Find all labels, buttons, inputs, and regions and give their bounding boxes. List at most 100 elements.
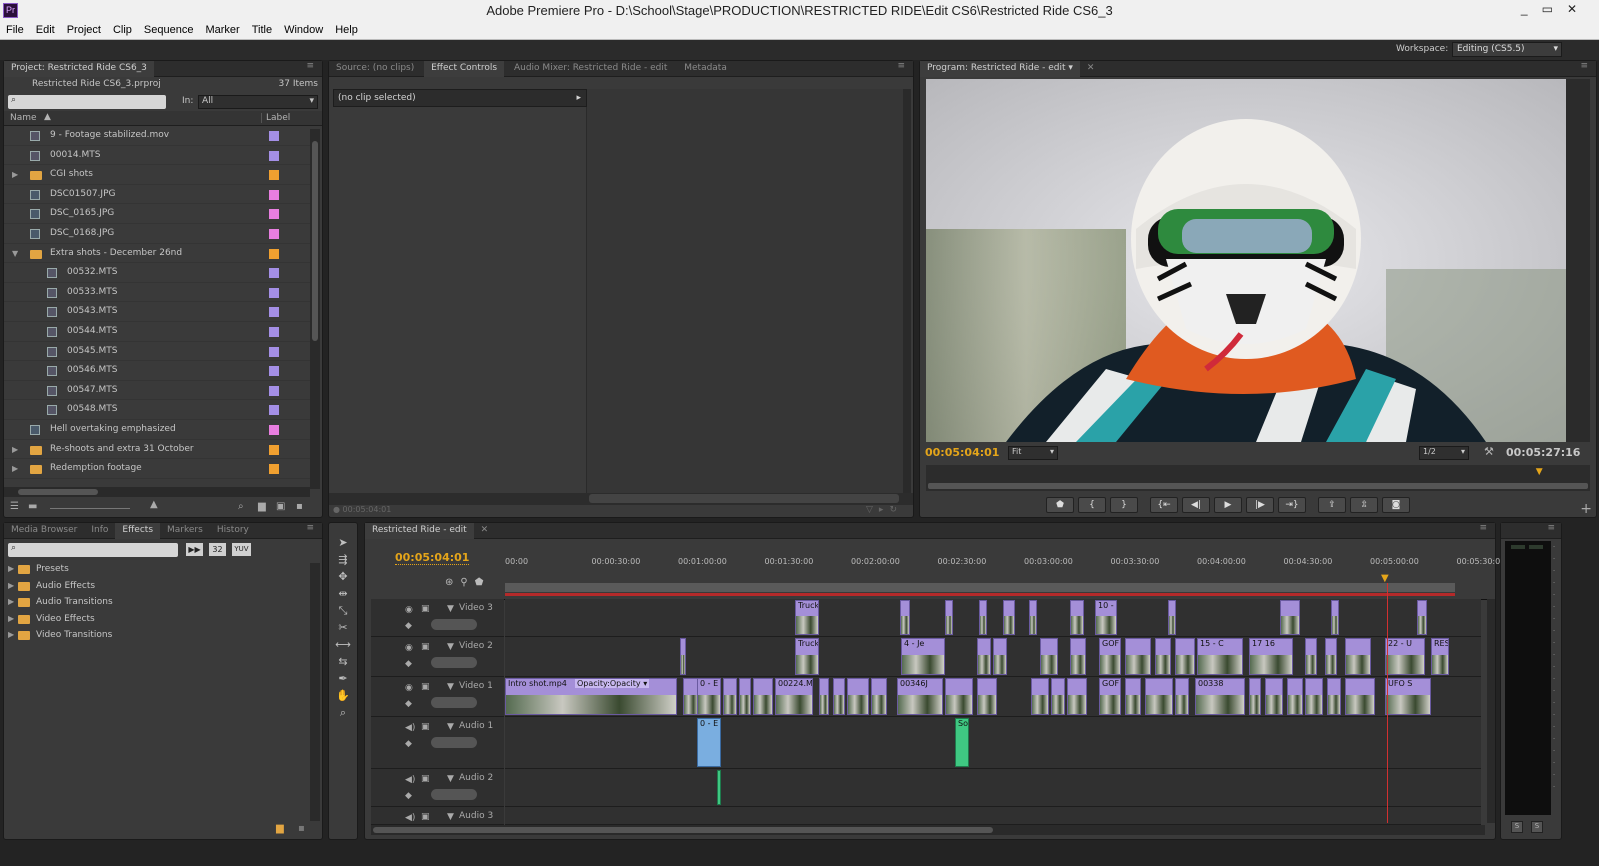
label-color-swatch[interactable] <box>269 287 279 298</box>
accelerated-effects-icon[interactable]: ▶▶ <box>186 543 203 556</box>
video-clip[interactable] <box>1345 638 1371 675</box>
speaker-icon[interactable]: ◀) <box>405 775 415 785</box>
video-clip[interactable] <box>1305 678 1323 715</box>
collapse-arrow-icon[interactable]: ▼ <box>447 682 454 692</box>
video-clip[interactable] <box>1070 638 1086 675</box>
expand-arrow-icon[interactable]: ▶ <box>8 627 14 644</box>
audio-clip[interactable]: So <box>955 718 969 767</box>
sync-lock-icon[interactable]: ▣ <box>421 812 430 822</box>
add-marker-button[interactable]: ⬟ <box>1046 497 1074 513</box>
menu-sequence[interactable]: Sequence <box>138 22 200 36</box>
project-item[interactable]: Hell overtaking emphasized <box>4 420 310 440</box>
effects-category[interactable]: ▶ Audio Transitions <box>4 594 322 611</box>
track-header[interactable]: ◉ ▣ ▼ Video 1 ◆ <box>371 677 504 717</box>
opacity-keyframe-dropdown[interactable]: Opacity:Opacity ▾ <box>575 679 650 688</box>
work-area-bar[interactable] <box>505 583 1455 592</box>
video-clip[interactable] <box>1155 638 1171 675</box>
in-select[interactable]: All ▾ <box>198 95 318 109</box>
mark-out-button[interactable]: } <box>1110 497 1138 513</box>
expand-arrow-icon[interactable]: ▸ <box>576 93 581 103</box>
zoom-tool-icon[interactable]: ⌕ <box>335 706 351 720</box>
panel-menu-icon[interactable]: ≡ <box>1580 61 1588 71</box>
project-item[interactable]: ▶ CGI shots <box>4 165 310 185</box>
32bit-effects-icon[interactable]: 32 <box>209 543 226 556</box>
timeline-playhead[interactable] <box>1387 583 1388 823</box>
track-header[interactable]: ◀) ▣ ▼ Audio 3 <box>371 807 504 825</box>
track-header[interactable]: ◀) ▣ ▼ Audio 1 ◆ <box>371 717 504 769</box>
video-clip[interactable] <box>1327 678 1341 715</box>
expand-arrow-icon[interactable]: ▶ <box>8 611 14 628</box>
expand-arrow-icon[interactable]: ▶ <box>12 440 18 460</box>
effects-category[interactable]: ▶ Presets <box>4 561 322 578</box>
video-clip[interactable] <box>1265 678 1283 715</box>
sync-lock-icon[interactable]: ▣ <box>421 642 430 652</box>
video-clip[interactable] <box>945 600 953 635</box>
pen-tool-icon[interactable]: ✒ <box>335 672 351 686</box>
tab-program[interactable]: Program: Restricted Ride - edit ▾ <box>920 61 1080 77</box>
tab-sequence[interactable]: Restricted Ride - edit <box>365 523 474 539</box>
panel-menu-icon[interactable]: ≡ <box>306 61 314 71</box>
video-clip[interactable] <box>833 678 845 715</box>
expand-arrow-icon[interactable]: ▶ <box>12 165 18 185</box>
expand-arrow-icon[interactable]: ▶ <box>8 578 14 595</box>
menu-marker[interactable]: Marker <box>199 22 245 36</box>
collapse-arrow-icon[interactable]: ▼ <box>447 722 454 732</box>
video-clip[interactable] <box>1280 600 1300 635</box>
tab-history[interactable]: History <box>210 523 256 539</box>
hand-tool-icon[interactable]: ✋ <box>335 689 351 703</box>
tab-project[interactable]: Project: Restricted Ride CS6_3 <box>4 61 154 77</box>
video-clip[interactable] <box>723 678 737 715</box>
track-header[interactable]: ◉ ▣ ▼ Video 2 ◆ <box>371 637 504 677</box>
expand-arrow-icon[interactable]: ▶ <box>8 561 14 578</box>
project-item[interactable]: DSC_0168.JPG <box>4 224 310 244</box>
video-clip[interactable]: GOF <box>1099 678 1121 715</box>
find-icon[interactable]: ⌕ <box>238 501 244 512</box>
column-name-header[interactable]: Name <box>10 113 37 123</box>
yuv-effects-icon[interactable]: YUV <box>232 543 251 556</box>
label-color-swatch[interactable] <box>269 307 279 318</box>
selection-tool-icon[interactable]: ➤ <box>335 536 351 550</box>
expand-arrow-icon[interactable]: ▶ <box>8 594 14 611</box>
label-color-swatch[interactable] <box>269 424 279 435</box>
sync-lock-icon[interactable]: ▣ <box>421 722 430 732</box>
video-clip[interactable]: 10 - <box>1095 600 1117 635</box>
keyframe-navigator[interactable] <box>431 619 477 630</box>
filter-icon[interactable]: ▽ <box>866 505 879 515</box>
video-clip[interactable]: 0 - E <box>697 678 721 715</box>
project-scroll-thumb[interactable] <box>312 141 318 341</box>
project-item[interactable]: 00544.MTS <box>4 322 310 342</box>
project-item[interactable]: 9 - Footage stabilized.mov <box>4 126 310 146</box>
new-item-icon[interactable]: ▣ <box>276 501 285 512</box>
video-clip[interactable] <box>680 638 686 675</box>
label-color-swatch[interactable] <box>269 346 279 357</box>
panel-menu-icon[interactable]: ≡ <box>1547 523 1555 533</box>
tab-media-browser[interactable]: Media Browser <box>4 523 84 539</box>
video-clip[interactable] <box>1168 600 1176 635</box>
razor-tool-icon[interactable]: ✂ <box>335 621 351 635</box>
add-button-icon[interactable]: + <box>1580 501 1592 517</box>
effects-category[interactable]: ▶ Video Transitions <box>4 627 322 644</box>
program-video-frame[interactable] <box>926 79 1566 442</box>
menu-file[interactable]: File <box>0 22 30 36</box>
loop-icon[interactable]: ↻ <box>889 505 903 515</box>
tab-effect-controls[interactable]: Effect Controls <box>424 61 505 77</box>
video-clip[interactable] <box>1305 638 1317 675</box>
play-audio-icon[interactable]: ▸ <box>879 505 890 515</box>
video-clip[interactable] <box>1345 678 1375 715</box>
tab-audio-mixer[interactable]: Audio Mixer: Restricted Ride - edit <box>507 61 674 77</box>
effects-category[interactable]: ▶ Audio Effects <box>4 578 322 595</box>
label-color-swatch[interactable] <box>269 209 279 220</box>
project-item[interactable]: 00548.MTS <box>4 400 310 420</box>
keyframe-navigator[interactable] <box>431 789 477 800</box>
tab-markers[interactable]: Markers <box>160 523 210 539</box>
track-select-tool-icon[interactable]: ⇶ <box>335 553 351 567</box>
project-item[interactable]: 00546.MTS <box>4 361 310 381</box>
track-lane[interactable] <box>505 807 1481 825</box>
zoom-slider[interactable] <box>50 508 130 509</box>
sync-lock-icon[interactable]: ▣ <box>421 682 430 692</box>
label-color-swatch[interactable] <box>269 464 279 475</box>
delete-icon[interactable]: ▪ <box>296 501 303 512</box>
minimize-button[interactable]: _ <box>1521 2 1542 16</box>
label-color-swatch[interactable] <box>269 189 279 200</box>
export-frame-button[interactable]: ◙ <box>1382 497 1410 513</box>
